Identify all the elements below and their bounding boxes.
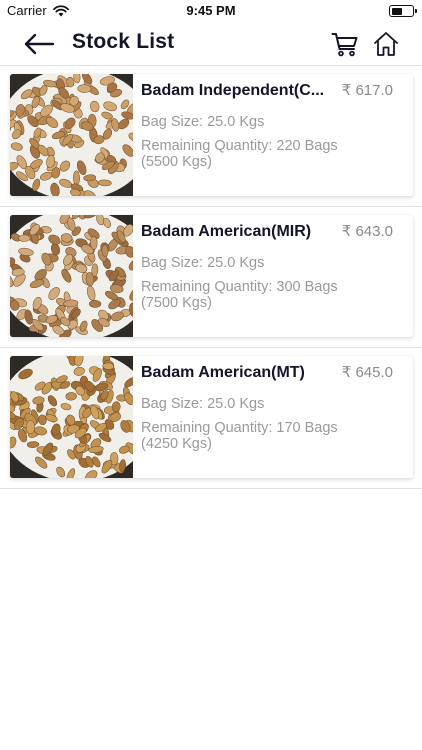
almond-image [10,215,133,337]
stock-card[interactable]: Badam American(MT) ₹ 645.0 Bag Size: 25.… [10,356,413,478]
status-bar: Carrier 9:45 PM [0,0,422,22]
remaining-quantity: Remaining Quantity: 300 Bags (7500 Kgs) [141,279,338,311]
list-item: Badam American(MT) ₹ 645.0 Bag Size: 25.… [0,348,422,489]
battery-icon [389,5,417,17]
home-icon[interactable] [373,30,399,58]
remaining-quantity: Remaining Quantity: 220 Bags (5500 Kgs) [141,138,338,170]
list-item: Badam American(MIR) ₹ 643.0 Bag Size: 25… [0,207,422,348]
cart-icon[interactable] [331,30,359,58]
bag-size: Bag Size: 25.0 Kgs [141,396,265,412]
nav-bar: Stock List [0,22,422,66]
page-title: Stock List [72,30,175,53]
clock: 9:45 PM [186,3,236,18]
almond-image [10,74,133,196]
product-name: Badam American(MIR) [141,223,312,240]
bag-size: Bag Size: 25.0 Kgs [141,255,265,271]
stock-list: Badam Independent(C... ₹ 617.0 Bag Size:… [0,66,422,489]
stock-card[interactable]: Badam Independent(C... ₹ 617.0 Bag Size:… [10,74,413,196]
almond-image [10,356,133,478]
product-name: Badam Independent(C... [141,82,325,99]
stock-card[interactable]: Badam American(MIR) ₹ 643.0 Bag Size: 25… [10,215,413,337]
product-price: ₹ 643.0 [341,223,393,240]
remaining-quantity: Remaining Quantity: 170 Bags (4250 Kgs) [141,420,338,452]
list-item: Badam Independent(C... ₹ 617.0 Bag Size:… [0,66,422,207]
product-price: ₹ 645.0 [341,364,393,381]
product-price: ₹ 617.0 [341,82,393,99]
bag-size: Bag Size: 25.0 Kgs [141,114,265,130]
back-arrow-icon[interactable] [22,30,56,58]
product-name: Badam American(MT) [141,364,305,381]
